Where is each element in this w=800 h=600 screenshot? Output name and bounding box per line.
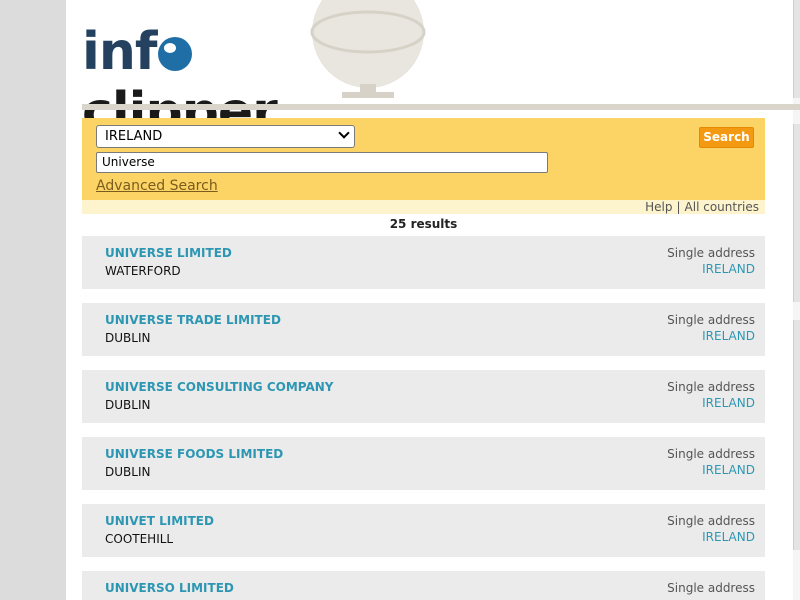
result-card[interactable]: UNIVERSE FOODS LIMITED DUBLIN Single add… [82,437,765,490]
search-panel: IRELAND Universe Advanced Search Search [82,118,765,200]
header-divider [82,104,800,110]
help-link[interactable]: Help [645,200,672,214]
search-input[interactable]: Universe [96,152,548,173]
chevron-down-icon [338,127,350,139]
result-company-name[interactable]: UNIVERSO LIMITED [105,581,234,595]
logo-text-part1: inf [82,22,157,82]
result-address-type: Single address [667,246,755,260]
infoclipper-logo[interactable]: inf clipper [82,0,426,142]
result-card[interactable]: UNIVERSE LIMITED WATERFORD Single addres… [82,236,765,289]
result-address-type: Single address [667,514,755,528]
result-country: IRELAND [702,329,755,343]
country-select-value: IRELAND [105,129,163,144]
left-gutter [0,0,66,600]
search-button[interactable]: Search [699,127,754,148]
result-card[interactable]: UNIVET LIMITED COOTEHILL Single address … [82,504,765,557]
link-separator: | [676,200,681,214]
result-address-type: Single address [667,380,755,394]
right-panel-bottom [793,320,800,550]
result-company-name[interactable]: UNIVERSE CONSULTING COMPANY [105,380,333,394]
result-company-name[interactable]: UNIVERSE TRADE LIMITED [105,313,281,327]
result-company-name[interactable]: UNIVERSE LIMITED [105,246,232,260]
result-city: DUBLIN [105,465,151,479]
result-country: IRELAND [702,530,755,544]
result-card[interactable]: UNIVERSE TRADE LIMITED DUBLIN Single add… [82,303,765,356]
right-panel-top [793,0,800,98]
result-city: DUBLIN [105,398,151,412]
result-company-name[interactable]: UNIVET LIMITED [105,514,214,528]
result-address-type: Single address [667,581,755,595]
result-country: IRELAND [702,262,755,276]
search-input-value: Universe [102,155,155,169]
result-country: IRELAND [702,463,755,477]
result-address-type: Single address [667,313,755,327]
result-city: COOTEHILL [105,532,174,546]
right-sidebar-strip [793,0,800,600]
result-address-type: Single address [667,447,755,461]
results-count: 25 results [389,217,458,231]
country-select[interactable]: IRELAND [96,125,355,148]
result-country: IRELAND [702,396,755,410]
help-bar: Help | All countries [82,200,765,214]
result-card[interactable]: UNIVERSO LIMITED Single address [82,571,765,600]
result-card[interactable]: UNIVERSE CONSULTING COMPANY DUBLIN Singl… [82,370,765,423]
all-countries-link[interactable]: All countries [685,200,759,214]
right-panel-middle [793,124,800,302]
result-city: DUBLIN [105,331,151,345]
advanced-search-link[interactable]: Advanced Search [96,177,218,195]
result-company-name[interactable]: UNIVERSE FOODS LIMITED [105,447,283,461]
result-city: WATERFORD [105,264,181,278]
logo-globe-icon [158,37,193,71]
